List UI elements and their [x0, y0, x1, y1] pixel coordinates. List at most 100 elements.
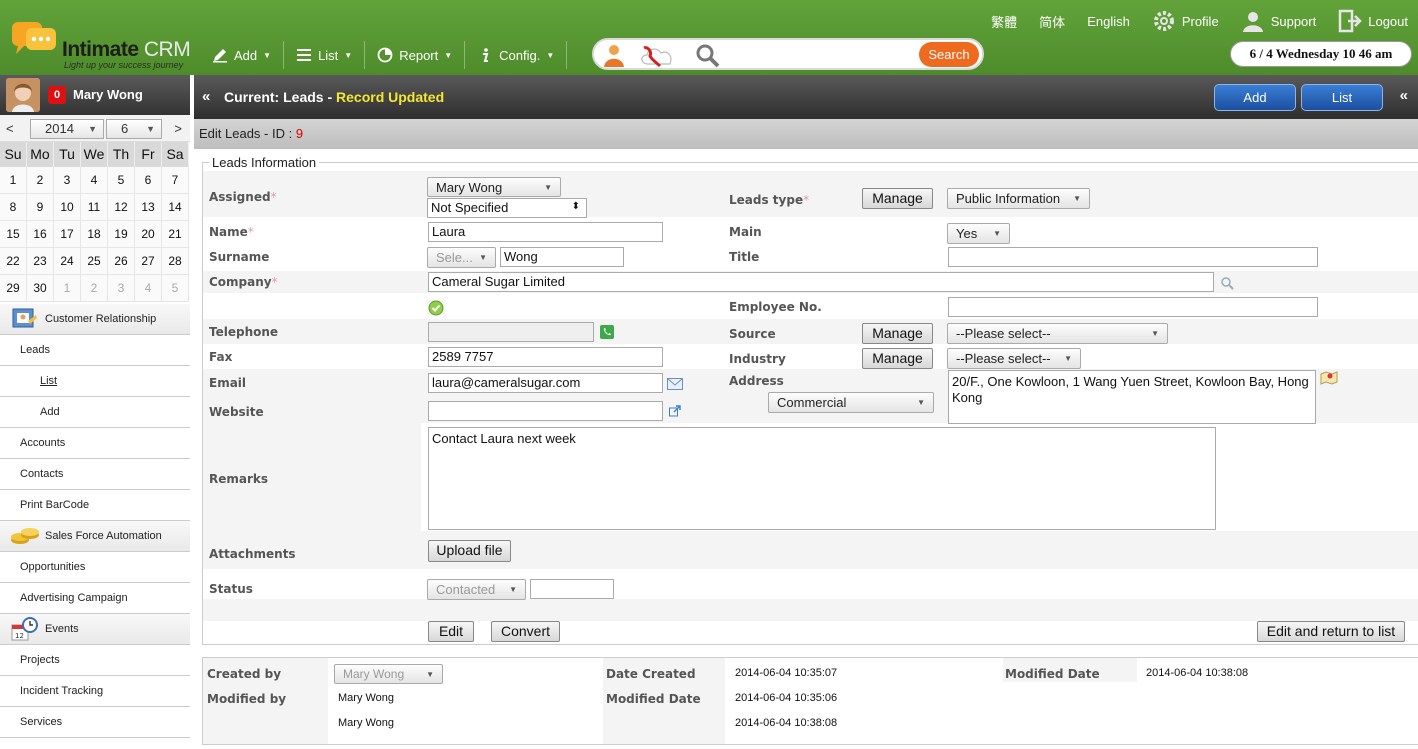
calendar-day[interactable]: 2 — [27, 167, 54, 194]
calendar-day[interactable]: 14 — [162, 194, 189, 221]
calendar-day[interactable]: 18 — [81, 221, 108, 248]
calendar-day[interactable]: 21 — [162, 221, 189, 248]
calendar-day[interactable]: 19 — [108, 221, 135, 248]
sidebar-item-projects[interactable]: Projects — [0, 645, 190, 676]
search-input[interactable] — [726, 44, 916, 66]
edit-button[interactable]: Edit — [428, 621, 474, 642]
calendar-day[interactable]: 26 — [108, 248, 135, 275]
logout-link[interactable]: Logout — [1338, 9, 1408, 33]
lang-english-link[interactable]: English — [1087, 14, 1130, 29]
calendar-day[interactable]: 5 — [108, 167, 135, 194]
sidebar-item-advertising-campaign[interactable]: Advertising Campaign — [0, 583, 190, 614]
mail-icon[interactable] — [667, 378, 683, 390]
email-input[interactable]: laura@cameralsugar.com — [428, 373, 663, 393]
sidebar-section-events[interactable]: 12 Events — [0, 614, 190, 645]
calendar-day[interactable]: 4 — [81, 167, 108, 194]
calendar-day[interactable]: 29 — [0, 275, 27, 302]
calendar-next-button[interactable]: > — [174, 121, 182, 136]
app-logo[interactable]: Intimate CRM Light up your success journ… — [8, 14, 193, 72]
address-type-select[interactable]: Commercial ▼ — [768, 392, 934, 413]
title-input[interactable] — [948, 247, 1318, 267]
surname-input[interactable]: Wong — [500, 247, 624, 267]
calendar-day[interactable]: 24 — [54, 248, 81, 275]
sidebar-item-print-barcode[interactable]: Print BarCode — [0, 490, 190, 521]
calendar-day[interactable]: 3 — [54, 167, 81, 194]
calendar-day[interactable]: 15 — [0, 221, 27, 248]
calendar-day[interactable]: 6 — [135, 167, 162, 194]
search-icon[interactable] — [694, 42, 722, 68]
status-select[interactable]: Contacted ▼ — [427, 579, 526, 600]
calendar-day[interactable]: 23 — [27, 248, 54, 275]
calendar-day[interactable]: 27 — [135, 248, 162, 275]
created-by-select[interactable]: Mary Wong ▼ — [334, 664, 443, 684]
sidebar-section-customer-relationship[interactable]: Customer Relationship — [0, 304, 190, 335]
assigned-select[interactable]: Mary Wong ▼ — [427, 177, 561, 197]
collapse-right-icon[interactable]: « — [1400, 87, 1408, 104]
external-link-icon[interactable] — [669, 405, 681, 417]
calendar-day[interactable]: 2 — [81, 275, 108, 302]
sidebar-item-services[interactable]: Services — [0, 707, 190, 738]
surname-prefix-select[interactable]: Sele... ▼ — [427, 247, 496, 268]
calendar-day[interactable]: 12 — [108, 194, 135, 221]
leads-type-select[interactable]: Public Information ▼ — [947, 188, 1090, 209]
company-search-icon[interactable] — [1220, 276, 1234, 290]
industry-manage-button[interactable]: Manage — [862, 348, 933, 369]
sidebar-item-leads[interactable]: Leads — [0, 335, 190, 366]
calendar-day[interactable]: 1 — [54, 275, 81, 302]
calendar-day[interactable]: 4 — [135, 275, 162, 302]
calendar-day[interactable]: 9 — [27, 194, 54, 221]
leads-type-manage-button[interactable]: Manage — [862, 188, 933, 209]
lang-traditional-link[interactable]: 繁體 — [991, 12, 1017, 31]
add-button[interactable]: Add — [1214, 84, 1296, 111]
calendar-day[interactable]: 16 — [27, 221, 54, 248]
menu-add[interactable]: Add ▼ — [200, 41, 285, 69]
calendar-day[interactable]: 7 — [162, 167, 189, 194]
telephone-input[interactable] — [428, 322, 594, 342]
support-link[interactable]: Support — [1241, 9, 1316, 33]
menu-report[interactable]: Report ▼ — [365, 41, 466, 69]
company-input[interactable]: Cameral Sugar Limited — [428, 272, 1214, 292]
sidebar-item-incident-tracking[interactable]: Incident Tracking — [0, 676, 190, 707]
edit-and-return-button[interactable]: Edit and return to list — [1257, 621, 1405, 642]
sidebar-item-leads-add[interactable]: Add — [0, 397, 190, 428]
search-button[interactable]: Search — [919, 42, 979, 67]
source-select[interactable]: --Please select-- ▼ — [947, 323, 1168, 344]
upload-file-button[interactable]: Upload file — [428, 540, 511, 562]
calendar-day[interactable]: 3 — [108, 275, 135, 302]
website-input[interactable] — [428, 401, 663, 421]
sidebar-item-leads-list[interactable]: List — [0, 366, 190, 397]
calendar-year-select[interactable]: 2014 ▼ — [30, 119, 104, 139]
main-select[interactable]: Yes ▼ — [947, 223, 1010, 244]
calendar-day[interactable]: 22 — [0, 248, 27, 275]
remarks-textarea[interactable]: Contact Laura next week — [428, 427, 1216, 530]
fax-input[interactable]: 2589 7757 — [428, 347, 663, 367]
address-textarea[interactable]: 20/F., One Kowloon, 1 Wang Yuen Street, … — [948, 370, 1316, 424]
map-icon[interactable] — [1320, 370, 1338, 386]
calendar-month-select[interactable]: 6 ▼ — [106, 119, 162, 139]
calendar-day[interactable]: 20 — [135, 221, 162, 248]
calendar-day[interactable]: 13 — [135, 194, 162, 221]
sidebar-item-contacts[interactable]: Contacts — [0, 459, 190, 490]
sidebar-section-sales-force-automation[interactable]: Sales Force Automation — [0, 521, 190, 552]
calendar-day[interactable]: 5 — [162, 275, 189, 302]
lang-simplified-link[interactable]: 简体 — [1039, 12, 1065, 31]
calendar-day[interactable]: 11 — [81, 194, 108, 221]
sidebar-item-accounts[interactable]: Accounts — [0, 428, 190, 459]
calendar-day[interactable]: 28 — [162, 248, 189, 275]
menu-list[interactable]: List ▼ — [284, 41, 366, 69]
avatar[interactable] — [6, 78, 40, 112]
calendar-day[interactable]: 17 — [54, 221, 81, 248]
cloud-phone-icon[interactable] — [638, 42, 678, 68]
list-button[interactable]: List — [1301, 84, 1383, 111]
calendar-day[interactable]: 10 — [54, 194, 81, 221]
calendar-day[interactable]: 30 — [27, 275, 54, 302]
calendar-day[interactable]: 25 — [81, 248, 108, 275]
person-search-icon[interactable] — [600, 42, 628, 68]
calendar-day[interactable]: 8 — [0, 194, 27, 221]
name-input[interactable]: Laura — [428, 222, 663, 242]
status-extra-input[interactable] — [530, 579, 614, 599]
menu-config[interactable]: Config. ▼ — [465, 41, 568, 69]
notification-badge[interactable]: 0 — [48, 86, 66, 104]
employee-no-input[interactable] — [948, 297, 1318, 317]
calendar-prev-button[interactable]: < — [6, 121, 14, 136]
